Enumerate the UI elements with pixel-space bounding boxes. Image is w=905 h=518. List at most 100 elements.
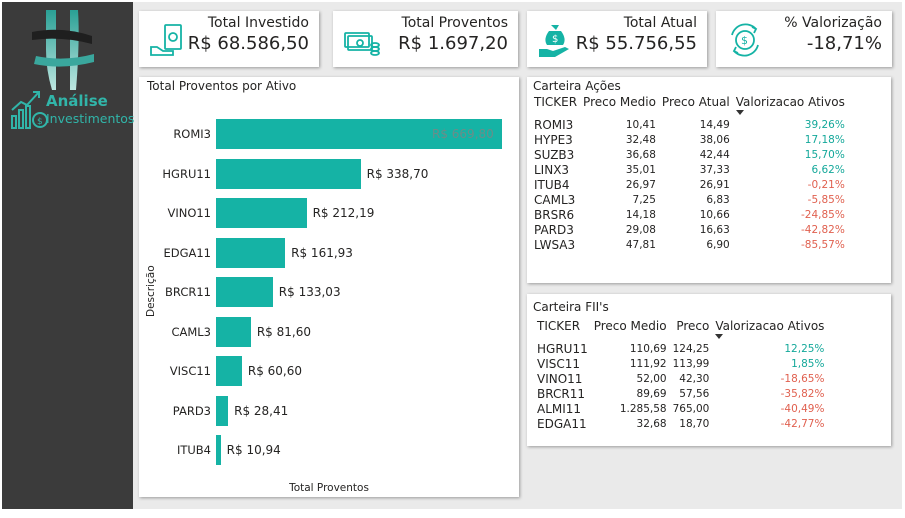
preco-atual-cell: 42,44 [699, 148, 730, 161]
bar[interactable] [216, 237, 286, 268]
bar-row[interactable]: CAML3 R$ 81,60 [139, 316, 519, 347]
bar-category-label: ITUB4 [176, 443, 211, 457]
table-row[interactable]: CAML3 7,25 6,83 -5,85% [531, 192, 848, 207]
col-preco-medio[interactable]: Preco Medio [591, 319, 670, 341]
ticker-cell: VISC11 [537, 356, 581, 371]
money-bag-hand-icon: $ [539, 25, 569, 57]
bar[interactable] [216, 277, 273, 307]
col-label: Valorizacao Ativos [735, 95, 845, 109]
bar-value-label: R$ 60,60 [247, 364, 303, 378]
table-row[interactable]: EDGA11 32,68 18,70 -42,77% [534, 416, 827, 431]
table-row[interactable]: VISC11 111,92 113,99 1,85% [534, 356, 827, 371]
table-carteira-fiis[interactable]: Carteira FII's TICKER Preco Medio Preco … [527, 294, 891, 446]
ticker-cell: VINO11 [537, 371, 583, 386]
ticker-cell: CAML3 [534, 192, 576, 207]
col-preco-medio[interactable]: Preco Medio [580, 95, 659, 117]
bar[interactable] [216, 435, 221, 465]
table-row[interactable]: LWSA3 47,81 6,90 -85,57% [531, 237, 848, 252]
kpi-valorizacao[interactable]: $ % Valorização -18,71% [716, 11, 892, 67]
svg-text:$: $ [37, 117, 43, 127]
kpi-total-investido[interactable]: Total Investido R$ 68.586,50 [139, 11, 319, 67]
bar-row[interactable]: BRCR11 R$ 133,03 [139, 277, 519, 307]
table-row[interactable]: ROMI3 10,41 14,49 39,26% [531, 117, 848, 132]
valorizacao-cell: 17,18% [804, 133, 845, 146]
valorizacao-cell: 6,62% [811, 163, 845, 176]
ticker-cell: BRSR6 [534, 207, 575, 222]
table-row[interactable]: ALMI11 1.285,58 765,00 -40,49% [534, 401, 827, 416]
bar-value-label: R$ 28,41 [234, 403, 289, 418]
valorizacao-cell: -35,82% [780, 387, 825, 400]
preco-atual-cell: 57,56 [679, 387, 710, 400]
ticker-cell: ALMI11 [537, 401, 582, 416]
kpi-label: Total Proventos [401, 15, 508, 31]
table-row[interactable]: LINX3 35,01 37,33 6,62% [531, 162, 848, 177]
col-ticker[interactable]: TICKER [534, 319, 591, 341]
table-row[interactable]: SUZB3 36,68 42,44 15,70% [531, 147, 848, 162]
bar-value-label: R$ 338,70 [366, 166, 429, 181]
table-row[interactable]: PARD3 29,08 16,63 -42,82% [531, 222, 848, 237]
col-ticker[interactable]: TICKER [531, 95, 580, 117]
bar-row[interactable]: EDGA11 R$ 161,93 [139, 237, 519, 268]
table-row[interactable]: BRCR11 89,69 57,56 -35,82% [534, 386, 827, 401]
chart-total-proventos[interactable]: Total Proventos por Ativo Descrição ROMI… [139, 77, 519, 497]
table-row[interactable]: HYPE3 32,48 38,06 17,18% [531, 132, 848, 147]
kpi-label: % Valorização [784, 15, 882, 31]
bar-category-label: EDGA11 [163, 245, 211, 260]
valorizacao-cell: 12,25% [784, 342, 825, 355]
bar[interactable] [216, 316, 251, 347]
preco-medio-cell: 14,18 [625, 208, 656, 221]
ticker-cell: HGRU11 [537, 341, 588, 356]
col-valorizacao[interactable]: Valorizacao Ativos [733, 95, 848, 117]
bar-row[interactable]: VINO11 R$ 212,19 [139, 198, 519, 228]
hashtag-logo-icon [32, 10, 94, 90]
preco-medio-cell: 47,81 [625, 238, 656, 251]
table-carteira-acoes[interactable]: Carteira Ações TICKER Preco Medio Preco … [527, 77, 891, 283]
kpi-value: R$ 1.697,20 [398, 33, 508, 54]
bar-area: ROMI3 R$ 669,80 HGRU11 R$ 338,70 VINO11 R$ 21… [139, 77, 519, 497]
preco-atual-cell: 6,90 [706, 238, 730, 251]
table-row[interactable]: ITUB4 26,97 26,91 -0,21% [531, 177, 848, 192]
preco-medio-cell: 110,69 [629, 342, 667, 355]
ticker-cell: PARD3 [534, 222, 574, 237]
col-preco-atual[interactable]: Preco Atual [659, 95, 733, 117]
valorizacao-cell: -5,85% [807, 193, 845, 206]
fiis-grid: TICKER Preco Medio Preco Valorizacao Ati… [534, 319, 827, 431]
col-preco[interactable]: Preco [670, 319, 713, 341]
valorizacao-cell: 39,26% [804, 118, 845, 131]
logo-title: Análise [46, 92, 108, 110]
preco-medio-cell: 52,00 [636, 372, 667, 385]
table-row[interactable]: BRSR6 14,18 10,66 -24,85% [531, 207, 848, 222]
preco-medio-cell: 111,92 [629, 357, 667, 370]
bar-row[interactable]: HGRU11 R$ 338,70 [139, 158, 519, 189]
kpi-value: -18,71% [806, 33, 882, 54]
kpi-total-atual[interactable]: $ Total Atual R$ 55.756,55 [527, 11, 707, 67]
svg-text:$: $ [741, 34, 748, 47]
kpi-label: Total Investido [207, 15, 309, 31]
preco-medio-cell: 36,68 [625, 148, 656, 161]
col-valorizacao[interactable]: Valorizacao Ativos [712, 319, 827, 341]
bar[interactable] [216, 356, 242, 386]
bar-row[interactable]: VISC11 R$ 60,60 [139, 356, 519, 386]
valorizacao-cell: 15,70% [804, 148, 845, 161]
valorizacao-cell: -42,82% [801, 223, 845, 236]
ticker-cell: SUZB3 [534, 147, 575, 162]
table-row[interactable]: VINO11 52,00 42,30 -18,65% [534, 371, 827, 386]
preco-atual-cell: 6,83 [706, 193, 730, 206]
kpi-total-proventos[interactable]: Total Proventos R$ 1.697,20 [333, 11, 518, 67]
bar-row[interactable]: ROMI3 R$ 669,80 [139, 119, 519, 149]
ticker-cell: ITUB4 [534, 177, 570, 192]
preco-medio-cell: 7,25 [632, 193, 656, 206]
bar[interactable] [216, 198, 307, 228]
bar-row[interactable]: PARD3 R$ 28,41 [139, 395, 519, 426]
table-row[interactable]: HGRU11 110,69 124,25 12,25% [534, 341, 827, 356]
preco-medio-cell: 1.285,58 [619, 402, 667, 415]
preco-atual-cell: 42,30 [679, 372, 710, 385]
sort-desc-icon[interactable] [715, 334, 724, 339]
ticker-cell: HYPE3 [534, 132, 573, 147]
sort-desc-icon[interactable] [735, 110, 744, 115]
bar-row[interactable]: ITUB4 R$ 10,94 [139, 435, 519, 465]
sidebar: $ Análise Investimentos [2, 2, 134, 509]
svg-text:$: $ [552, 34, 558, 45]
bar[interactable] [216, 395, 229, 426]
bar[interactable] [216, 158, 361, 189]
